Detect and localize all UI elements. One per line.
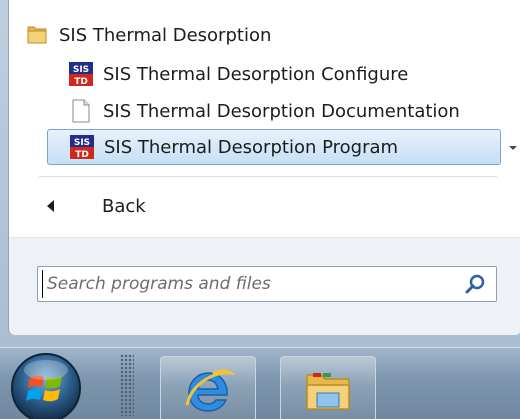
all-programs-list: SIS Thermal Desorption SIS TD SIS Therma… bbox=[9, 0, 503, 166]
menu-separator bbox=[39, 176, 497, 177]
app-icon-text-bottom: TD bbox=[75, 150, 89, 159]
taskbar-windows-explorer-button[interactable] bbox=[280, 356, 376, 419]
program-list-scrollbar[interactable] bbox=[505, 0, 520, 166]
program-item-configure[interactable]: SIS TD SIS Thermal Desorption Configure bbox=[69, 57, 503, 91]
back-arrow-icon bbox=[47, 200, 54, 212]
program-item-label: SIS Thermal Desorption Documentation bbox=[103, 100, 460, 122]
windows-explorer-icon bbox=[306, 373, 350, 410]
sis-td-app-icon: SIS TD bbox=[70, 135, 94, 159]
search-box[interactable] bbox=[37, 266, 497, 302]
program-item-documentation[interactable]: SIS Thermal Desorption Documentation bbox=[69, 94, 503, 128]
program-item-program[interactable]: SIS TD SIS Thermal Desorption Program bbox=[47, 129, 501, 165]
folder-icon bbox=[27, 26, 47, 44]
search-icon[interactable] bbox=[464, 273, 486, 295]
start-menu-left-pane: SIS Thermal Desorption SIS TD SIS Therma… bbox=[8, 0, 520, 335]
app-icon-text-bottom: TD bbox=[74, 77, 88, 86]
sis-td-app-icon: SIS TD bbox=[69, 62, 93, 86]
back-label: Back bbox=[102, 195, 146, 217]
search-input[interactable] bbox=[42, 270, 457, 298]
internet-explorer-icon bbox=[185, 369, 235, 412]
document-icon bbox=[72, 99, 90, 123]
app-icon-text-top: SIS bbox=[74, 138, 90, 148]
taskbar bbox=[0, 347, 520, 419]
windows-start-orb-icon[interactable] bbox=[4, 348, 92, 419]
program-folder-sis-thermal-desorption[interactable]: SIS Thermal Desorption bbox=[25, 18, 503, 52]
search-area bbox=[9, 237, 520, 335]
taskbar-grip[interactable] bbox=[120, 354, 134, 416]
start-menu: SIS Thermal Desorption SIS TD SIS Therma… bbox=[0, 0, 520, 347]
app-icon-text-top: SIS bbox=[73, 65, 89, 75]
program-item-label: SIS Thermal Desorption Configure bbox=[103, 63, 409, 85]
program-item-label: SIS Thermal Desorption Program bbox=[104, 136, 399, 158]
taskbar-internet-explorer-button[interactable] bbox=[160, 356, 256, 419]
back-button[interactable]: Back bbox=[41, 190, 501, 222]
scroll-down-arrow-icon[interactable] bbox=[509, 146, 517, 150]
program-folder-label: SIS Thermal Desorption bbox=[59, 24, 272, 46]
desktop: SIS Thermal Desorption SIS TD SIS Therma… bbox=[0, 0, 520, 419]
